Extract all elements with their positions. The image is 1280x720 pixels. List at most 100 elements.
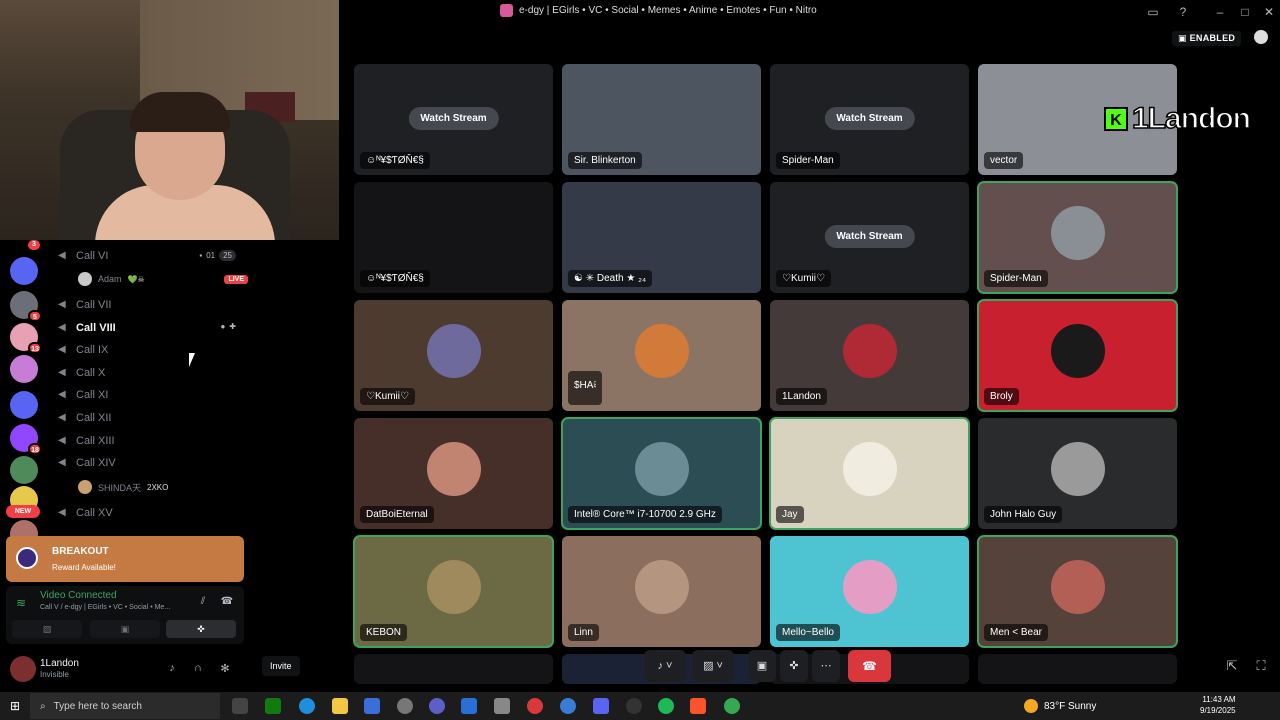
app-icon[interactable]: [397, 698, 413, 714]
promo-banner[interactable]: BREAKOUT Reward Available!: [6, 536, 244, 582]
threads-icon[interactable]: [1254, 30, 1268, 44]
camera-off-button[interactable]: ▨: [12, 620, 82, 638]
settings-icon[interactable]: [494, 698, 510, 714]
activity-button[interactable]: ✜: [166, 620, 236, 638]
avatar: [1050, 441, 1105, 496]
clock[interactable]: 11:43 AM 9/19/2025: [1200, 694, 1236, 716]
server-icon[interactable]: 5: [10, 291, 42, 322]
video-tile[interactable]: Linn: [562, 536, 761, 647]
server-folder-icon[interactable]: [10, 391, 38, 419]
more-options-button[interactable]: ⋯: [812, 650, 840, 682]
video-tile[interactable]: Mello~Bello: [770, 536, 969, 647]
voice-channel[interactable]: ◀ Call XIII: [58, 431, 244, 451]
store-icon[interactable]: [364, 698, 380, 714]
video-tile[interactable]: John Halo Guy: [978, 418, 1177, 529]
channel-name: Call VII: [76, 299, 112, 311]
video-tile[interactable]: Watch Stream Spider-Man: [770, 64, 969, 175]
app-icon[interactable]: [560, 698, 576, 714]
inbox-icon[interactable]: ▭: [1145, 3, 1161, 21]
app-icon[interactable]: [527, 698, 543, 714]
video-tile[interactable]: ☺ᴺ¥$ƬØŇ€§: [354, 182, 553, 293]
video-tile[interactable]: Watch Stream ♡Kumii♡: [770, 182, 969, 293]
signal-icon[interactable]: ≋: [16, 596, 26, 610]
weather-widget[interactable]: 83°F Sunny: [1024, 699, 1096, 713]
video-tile[interactable]: ♡Kumii♡: [354, 300, 553, 411]
video-tile[interactable]: Broly: [977, 299, 1178, 412]
channel-name: Call IX: [76, 344, 109, 356]
video-tile[interactable]: Jay: [769, 417, 970, 530]
disconnect-icon[interactable]: ☎: [218, 596, 236, 610]
headphones-icon[interactable]: ∩: [190, 662, 206, 678]
mute-button[interactable]: ♪ ˅: [644, 650, 686, 682]
popout-icon[interactable]: ⇱: [1224, 658, 1240, 674]
fullscreen-icon[interactable]: ⛶: [1253, 658, 1269, 674]
voice-channel[interactable]: ◀ Call XI: [58, 385, 244, 405]
avatar: [78, 272, 92, 286]
video-tile[interactable]: Men < Bear: [977, 535, 1178, 648]
spotify-icon[interactable]: [658, 698, 674, 714]
calculator-icon[interactable]: [461, 698, 477, 714]
video-tile[interactable]: KEBON: [353, 535, 554, 648]
video-tile[interactable]: Sir. Blinkerton: [562, 64, 761, 175]
app-icon[interactable]: [429, 698, 445, 714]
watch-stream-button[interactable]: Watch Stream: [408, 107, 499, 130]
discord-icon[interactable]: [593, 698, 609, 714]
screen-share-button[interactable]: ▣: [90, 620, 160, 638]
task-view-icon[interactable]: [232, 698, 248, 714]
chrome-icon[interactable]: [724, 698, 740, 714]
app-icon[interactable]: [626, 698, 642, 714]
voice-server[interactable]: Call V / e-dgy | EGirls • VC • Social • …: [40, 604, 170, 611]
channel-name: Call XIII: [76, 435, 115, 447]
close-icon[interactable]: ✕: [1261, 3, 1277, 21]
video-tile[interactable]: $HA༴: [562, 300, 761, 411]
xbox-icon[interactable]: [265, 698, 281, 714]
disconnect-button[interactable]: ☎: [848, 650, 891, 682]
activities-button[interactable]: ✜: [780, 650, 808, 682]
edge-icon[interactable]: [299, 698, 315, 714]
channel-member[interactable]: Adam 💚☠ LIVE: [78, 270, 248, 288]
video-tile[interactable]: [354, 654, 553, 684]
add-member-icon[interactable]: ✚: [229, 322, 236, 331]
video-tile[interactable]: Intel® Core™ i7-10700 2.9 GHz: [561, 417, 762, 530]
voice-channel[interactable]: ◀ Call XV: [58, 503, 244, 523]
voice-channel[interactable]: ◀ Call VIII ● ✚: [58, 318, 244, 338]
window-title-text: e-dgy | EGirls • VC • Social • Memes • A…: [519, 5, 817, 16]
windows-start-icon[interactable]: ⊞: [10, 699, 20, 713]
server-icon[interactable]: [10, 355, 38, 383]
server-icon[interactable]: 13: [10, 323, 42, 354]
video-tile[interactable]: 1Landon: [770, 300, 969, 411]
microphone-icon[interactable]: ♪: [164, 662, 180, 678]
brave-icon[interactable]: [690, 698, 706, 714]
video-tile[interactable]: DatBoiEternal: [354, 418, 553, 529]
twitch-server-icon[interactable]: 18: [10, 424, 42, 455]
server-icon[interactable]: [10, 456, 38, 484]
noise-suppression-icon[interactable]: ⫽: [194, 596, 212, 610]
member-tag: 💚☠: [127, 274, 145, 284]
video-tile[interactable]: [978, 654, 1177, 684]
avatar[interactable]: [10, 656, 36, 682]
video-tile[interactable]: ☯ ✳ Death ★ ₂₄: [562, 182, 761, 293]
gear-icon[interactable]: ✻: [217, 662, 233, 678]
video-tile[interactable]: Watch Stream ☺ᴺ¥$ƬØŇ€§: [354, 64, 553, 175]
screen-share-button[interactable]: ▣: [748, 650, 776, 682]
voice-channel[interactable]: ◀ Call VII: [58, 295, 244, 315]
watch-stream-button[interactable]: Watch Stream: [824, 225, 915, 248]
file-explorer-icon[interactable]: [332, 698, 348, 714]
voice-channel[interactable]: ◀ Call XII: [58, 408, 244, 428]
voice-channel[interactable]: ◀ Call IX: [58, 340, 244, 360]
taskbar-search[interactable]: ⌕ Type here to search: [30, 693, 220, 719]
enabled-badge: ▣ ENABLED: [1172, 31, 1242, 46]
voice-channel[interactable]: ◀ Call VI ▪ 01 25: [58, 246, 244, 266]
video-tile[interactable]: Spider-Man: [977, 181, 1178, 294]
voice-channel[interactable]: ◀ Call XIV: [58, 453, 244, 473]
channel-member[interactable]: SHINDA天 2XKO: [78, 478, 248, 496]
voice-channel[interactable]: ◀ Call X: [58, 363, 244, 383]
chat-icon[interactable]: ●: [220, 322, 225, 331]
help-icon[interactable]: ?: [1175, 3, 1191, 21]
watch-stream-button[interactable]: Watch Stream: [824, 107, 915, 130]
speaker-icon: ◀: [58, 299, 66, 310]
camera-toggle-button[interactable]: ▨ ˅: [692, 650, 734, 682]
maximize-icon[interactable]: □: [1237, 3, 1253, 21]
minimize-icon[interactable]: –: [1212, 3, 1228, 21]
server-folder-icon[interactable]: [10, 257, 38, 285]
